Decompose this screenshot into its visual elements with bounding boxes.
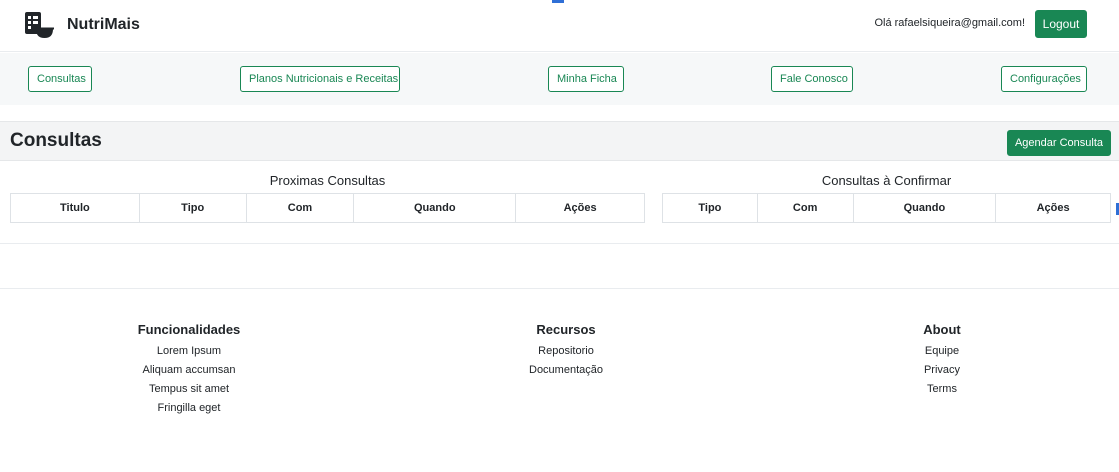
footer-link[interactable]: Terms: [878, 380, 1006, 399]
top-header: NutriMais Olá rafaelsiqueira@gmail.com! …: [0, 0, 1119, 52]
main-nav: Consultas Planos Nutricionais e Receitas…: [0, 53, 1119, 105]
column-header-tipo: Tipo: [138, 193, 247, 223]
footer-link[interactable]: Repositorio: [481, 342, 651, 361]
page-title: Consultas: [10, 130, 102, 151]
footer-column-recursos: Recursos Repositorio Documentação: [481, 322, 651, 380]
column-header-acoes: Ações: [995, 193, 1111, 223]
brand-name: NutriMais: [67, 16, 140, 33]
table-header-row: Tipo Com Quando Ações: [662, 193, 1111, 223]
footer-heading: Funcionalidades: [137, 322, 241, 337]
selection-marker: [552, 0, 564, 3]
upcoming-table-caption: Proximas Consultas: [269, 173, 386, 188]
table-header-row: Titulo Tipo Com Quando Ações: [10, 193, 645, 223]
brand[interactable]: NutriMais: [24, 10, 140, 40]
footer-link[interactable]: Equipe: [878, 342, 1006, 361]
column-header-titulo: Titulo: [10, 193, 140, 223]
footer-link[interactable]: Privacy: [878, 361, 1006, 380]
column-header-acoes: Ações: [515, 193, 645, 223]
menu-book-logo-icon: [25, 12, 54, 38]
footer-link[interactable]: Documentação: [481, 361, 651, 380]
pending-table-caption: Consultas à Confirmar: [821, 173, 952, 188]
footer-divider: [0, 288, 1119, 289]
nav-minha-ficha-button[interactable]: Minha Ficha: [548, 66, 624, 92]
nav-configuracoes-button[interactable]: Configurações: [1001, 66, 1087, 92]
nav-planos-button[interactable]: Planos Nutricionais e Receitas: [240, 66, 400, 92]
nav-consultas-button[interactable]: Consultas: [28, 66, 92, 92]
footer-column-about: About Equipe Privacy Terms: [878, 322, 1006, 399]
nav-fale-conosco-button[interactable]: Fale Conosco: [771, 66, 853, 92]
footer-link[interactable]: Lorem Ipsum: [104, 342, 274, 361]
footer-column-funcionalidades: Funcionalidades Lorem Ipsum Aliquam accu…: [104, 322, 274, 418]
footer-link[interactable]: Tempus sit amet: [104, 380, 274, 399]
footer-link[interactable]: Fringilla eget: [104, 399, 274, 418]
column-header-com: Com: [756, 193, 854, 223]
content-divider: [0, 243, 1119, 244]
column-header-quando: Quando: [353, 193, 517, 223]
column-header-com: Com: [245, 193, 355, 223]
column-header-quando: Quando: [852, 193, 997, 223]
footer-heading: About: [923, 322, 961, 337]
pending-appointments-table: Tipo Com Quando Ações: [662, 193, 1111, 223]
schedule-appointment-button[interactable]: Agendar Consulta: [1007, 130, 1111, 156]
upcoming-appointments-table: Titulo Tipo Com Quando Ações: [10, 193, 645, 223]
footer-link[interactable]: Aliquam accumsan: [104, 361, 274, 380]
logout-button[interactable]: Logout: [1035, 10, 1087, 38]
user-greeting: Olá rafaelsiqueira@gmail.com!: [874, 17, 1025, 29]
column-header-tipo: Tipo: [662, 193, 758, 223]
section-header: Consultas Agendar Consulta: [0, 121, 1119, 161]
footer-heading: Recursos: [536, 322, 596, 337]
